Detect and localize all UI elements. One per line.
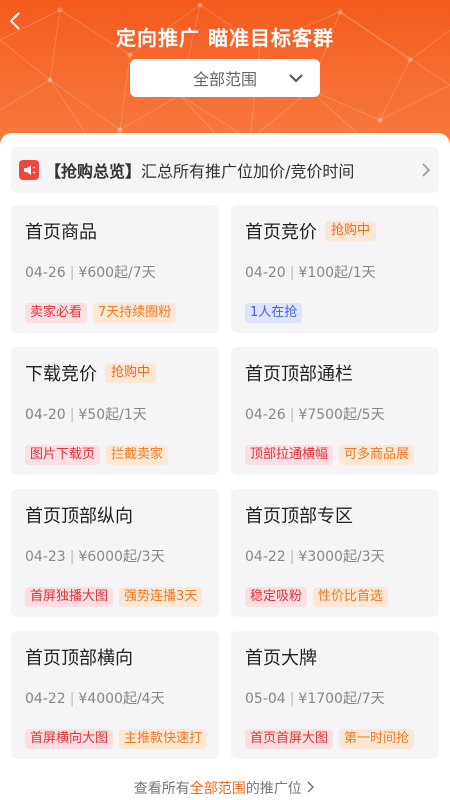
ad-slot-meta: 04-23 | ¥6000起/3天 xyxy=(25,549,165,565)
ad-slot-card[interactable]: 首页竞价 抢购中 04-20 | ¥100起/1天 1人在抢 xyxy=(231,205,439,333)
status-badge: 抢购中 xyxy=(325,221,377,241)
tag: 可多商品展 xyxy=(339,445,415,465)
ad-slot-card[interactable]: 下载竞价 抢购中 04-20 | ¥50起/1天 图片下载页 拦截卖家 xyxy=(11,347,219,475)
ad-slot-tags: 顶部拉通横幅 可多商品展 xyxy=(245,445,420,465)
tag: 卖家必看 xyxy=(25,303,88,323)
view-all-link[interactable]: 查看所有全部范围的推广位 xyxy=(0,778,450,798)
ad-slot-title: 首页商品 xyxy=(25,222,97,243)
chevron-right-icon xyxy=(307,781,315,793)
ad-slot-card[interactable]: 首页大牌 05-04 | ¥1700起/7天 首页首屏大图 第一时间抢 xyxy=(231,631,439,759)
ad-slot-title: 首页顶部纵向 xyxy=(25,506,133,527)
tag: 强势连播3天 xyxy=(119,587,203,607)
tag: 主推款快速打 xyxy=(119,729,208,749)
ad-slot-tags: 稳定吸粉 性价比首选 xyxy=(245,587,394,607)
ad-slot-title: 下载竞价 抢购中 xyxy=(25,360,157,386)
ad-slot-tags: 首页首屏大图 第一时间抢 xyxy=(245,729,420,749)
page-title: 定向推广 瞄准目标客群 xyxy=(116,26,334,50)
scope-dropdown-value: 全部范围 xyxy=(192,70,257,89)
ad-slot-tags: 卖家必看 7天持续圈粉 xyxy=(25,303,182,323)
notice-text: 汇总所有推广位加价/竞价时间 xyxy=(141,162,355,181)
ad-slot-tags: 1人在抢 xyxy=(245,303,308,323)
ad-slot-card[interactable]: 首页顶部纵向 04-23 | ¥6000起/3天 首屏独播大图 强势连播3天 xyxy=(11,489,219,617)
notice-label: 【抢购总览】 xyxy=(45,162,142,181)
ad-slot-title: 首页大牌 xyxy=(245,648,317,669)
status-badge: 抢购中 xyxy=(105,363,157,383)
tag: 7天持续圈粉 xyxy=(93,303,177,323)
ad-slot-meta: 05-04 | ¥1700起/7天 xyxy=(245,691,385,707)
ad-slot-meta: 04-20 | ¥100起/1天 xyxy=(245,265,376,281)
ad-slot-card[interactable]: 首页顶部专区 04-22 | ¥3000起/3天 稳定吸粉 性价比首选 xyxy=(231,489,439,617)
ad-slot-title: 首页顶部专区 xyxy=(245,506,353,527)
ad-slot-tags: 图片下载页 拦截卖家 xyxy=(25,445,174,465)
ad-slot-card[interactable]: 首页商品 04-26 | ¥600起/7天 卖家必看 7天持续圈粉 xyxy=(11,205,219,333)
view-all-prefix: 查看所有 xyxy=(133,781,190,797)
tag: 稳定吸粉 xyxy=(245,587,308,607)
chevron-down-icon xyxy=(289,74,303,83)
purchase-overview-banner[interactable]: 【抢购总览】 汇总所有推广位加价/竞价时间 xyxy=(11,147,439,193)
tag: 首页首屏大图 xyxy=(245,729,334,749)
ad-slot-card[interactable]: 首页顶部横向 04-22 | ¥4000起/4天 首屏横向大图 主推款快速打 xyxy=(11,631,219,759)
view-all-accent: 全部范围 xyxy=(189,781,246,797)
tag: 顶部拉通横幅 xyxy=(245,445,334,465)
chevron-right-icon xyxy=(422,163,431,177)
tag: 性价比首选 xyxy=(313,587,389,607)
ad-slot-title: 首页竞价 抢购中 xyxy=(245,218,377,244)
tag: 首屏独播大图 xyxy=(25,587,114,607)
ad-slot-card[interactable]: 首页顶部通栏 04-26 | ¥7500起/5天 顶部拉通横幅 可多商品展 xyxy=(231,347,439,475)
scope-dropdown[interactable]: 全部范围 xyxy=(130,59,320,97)
tag: 拦截卖家 xyxy=(106,445,169,465)
ad-slot-meta: 04-26 | ¥7500起/5天 xyxy=(245,407,385,423)
ad-slot-meta: 04-26 | ¥600起/7天 xyxy=(25,265,156,281)
ad-slot-title: 首页顶部横向 xyxy=(25,648,133,669)
ad-slot-meta: 04-22 | ¥4000起/4天 xyxy=(25,691,165,707)
tag: 1人在抢 xyxy=(245,303,303,323)
speaker-icon xyxy=(19,160,39,180)
tag: 图片下载页 xyxy=(25,445,101,465)
ad-slot-title: 首页顶部通栏 xyxy=(245,364,353,385)
tag: 第一时间抢 xyxy=(339,729,415,749)
view-all-suffix: 的推广位 xyxy=(245,781,302,797)
ad-slot-tags: 首屏独播大图 强势连播3天 xyxy=(25,587,208,607)
ad-slot-meta: 04-22 | ¥3000起/3天 xyxy=(245,549,385,565)
ad-slot-meta: 04-20 | ¥50起/1天 xyxy=(25,407,147,423)
ad-slot-tags: 首屏横向大图 主推款快速打 xyxy=(25,729,213,749)
tag: 首屏横向大图 xyxy=(25,729,114,749)
